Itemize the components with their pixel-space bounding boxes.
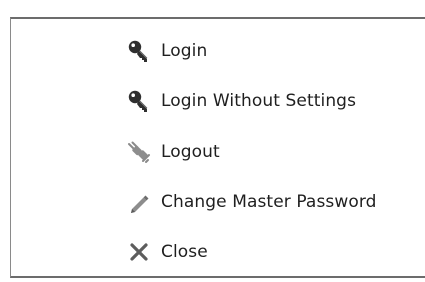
menu-item-label: Change Master Password	[161, 192, 377, 212]
menu-item-label: Close	[161, 242, 208, 262]
key-icon	[126, 88, 152, 114]
key-icon	[126, 38, 152, 64]
pencil-icon	[126, 189, 152, 215]
menu-item-logout[interactable]: Logout	[126, 132, 421, 172]
menu-item-label: Login	[161, 41, 208, 61]
menu-item-close[interactable]: Close	[126, 232, 421, 272]
menu-item-label: Login Without Settings	[161, 91, 357, 111]
menu-item-change-master-password[interactable]: Change Master Password	[126, 182, 421, 222]
menu-list: Login Login Without Settings Logout Chan…	[11, 19, 425, 276]
menu-item-login[interactable]: Login	[126, 31, 421, 71]
unplug-icon	[126, 139, 152, 165]
menu-item-login-without-settings[interactable]: Login Without Settings	[126, 81, 421, 121]
close-icon	[126, 239, 152, 265]
menu-item-label: Logout	[161, 142, 220, 162]
context-menu: Login Login Without Settings Logout Chan…	[10, 17, 425, 278]
